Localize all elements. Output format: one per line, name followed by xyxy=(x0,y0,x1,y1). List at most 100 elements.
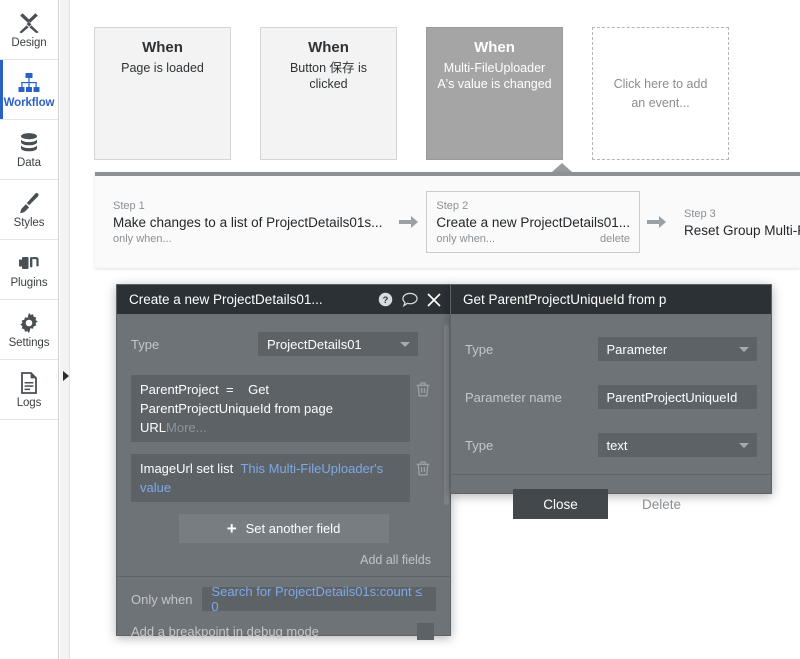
workflow-canvas: When Page is loaded When Button 保存 is cl… xyxy=(71,0,800,659)
sidebar-item-plugins[interactable]: Plugins xyxy=(0,240,58,300)
param-type-label: Type xyxy=(465,341,494,357)
step-2-create-new[interactable]: Step 2 Create a new ProjectDetails01... … xyxy=(426,191,640,253)
collapse-triangle-icon[interactable] xyxy=(61,368,71,384)
step-only-when: only when... xyxy=(436,233,496,245)
step-delete-link[interactable]: delete xyxy=(600,232,630,247)
dialog-body: Type ProjectDetails01 ParentProject = Ge… xyxy=(117,314,450,640)
create-action-dialog: Create a new ProjectDetails01... ? Type … xyxy=(116,284,451,640)
only-when-label: Only when xyxy=(131,591,193,607)
chevron-down-icon xyxy=(739,442,749,448)
param-value-type-dropdown[interactable]: text xyxy=(597,433,757,457)
type-row: Type ProjectDetails01 xyxy=(117,314,450,361)
sidebar-item-data[interactable]: Data xyxy=(0,120,58,180)
param-name-input[interactable]: ParentProjectUniqueId xyxy=(597,385,757,409)
gear-icon xyxy=(17,311,41,335)
arrow-right-icon xyxy=(647,214,667,230)
event-description: Multi-FileUploader A's value is changed xyxy=(437,61,552,91)
sidebar-item-label: Logs xyxy=(16,396,42,409)
sidebar-item-settings[interactable]: Settings xyxy=(0,300,58,360)
sidebar-item-logs[interactable]: Logs xyxy=(0,360,58,420)
type-dropdown[interactable]: ProjectDetails01 xyxy=(258,332,418,356)
chevron-down-icon xyxy=(400,341,410,347)
sidebar-item-label: Styles xyxy=(13,216,45,229)
param-name-row: Parameter name ParentProjectUniqueId xyxy=(451,366,771,414)
speech-bubble-icon[interactable] xyxy=(402,292,418,307)
add-event-label: Click here to add an event... xyxy=(613,76,708,110)
delete-button[interactable]: Delete xyxy=(614,489,709,519)
dialog-scrollbar[interactable] xyxy=(444,325,449,505)
dialog-header: Create a new ProjectDetails01... ? xyxy=(117,285,450,314)
type-label: Type xyxy=(131,336,160,352)
breakpoint-label: Add a breakpoint in debug mode xyxy=(131,624,319,639)
dialog-body: Type Parameter Parameter name ParentProj… xyxy=(451,314,771,535)
left-sidebar: Design Workflow Data Styles Plugins Sett… xyxy=(0,0,59,659)
step-number: Step 2 xyxy=(436,200,469,212)
trash-icon[interactable] xyxy=(410,454,436,476)
event-card-multifileuploader-changed[interactable]: When Multi-FileUploader A's value is cha… xyxy=(426,27,563,160)
plus-icon: + xyxy=(226,519,237,538)
sidebar-item-styles[interactable]: Styles xyxy=(0,180,58,240)
field-row-imageurl: ImageUrl set list This Multi-FileUploade… xyxy=(117,454,450,502)
param-type-dropdown[interactable]: Parameter xyxy=(597,337,757,361)
step-number: Step 3 xyxy=(684,207,716,220)
svg-text:?: ? xyxy=(383,295,389,305)
only-when-row: Only when Search for ProjectDetails01s:c… xyxy=(117,577,450,614)
get-parameter-dialog: Get ParentProjectUniqueId from p Type Pa… xyxy=(450,284,772,519)
param-name-label: Parameter name xyxy=(465,389,562,405)
param-type-value: Parameter xyxy=(606,341,668,357)
step-1-make-changes[interactable]: Step 1 Make changes to a list of Project… xyxy=(103,191,392,253)
event-when-label: When xyxy=(474,39,515,56)
dialog-footer: Close Delete xyxy=(451,474,771,535)
steps-pointer-triangle xyxy=(552,163,572,172)
field-name: ParentProject xyxy=(140,382,219,397)
sidebar-item-label: Design xyxy=(11,36,47,49)
step-3-reset-group[interactable]: Step 3 Reset Group Multi-File Uploader xyxy=(674,199,800,246)
sidebar-item-label: Workflow xyxy=(3,96,55,109)
field-expression[interactable]: ParentProject = Get ParentProjectUniqueI… xyxy=(131,375,410,442)
event-when-label: When xyxy=(142,39,183,56)
dialog-title: Create a new ProjectDetails01... xyxy=(129,292,323,307)
param-value-type-value: text xyxy=(606,437,628,453)
event-card-page-is-loaded[interactable]: When Page is loaded xyxy=(94,27,231,160)
set-another-field-button[interactable]: + Set another field xyxy=(178,514,389,543)
sidebar-item-label: Data xyxy=(17,156,41,169)
steps-strip: Step 1 Make changes to a list of Project… xyxy=(95,172,800,268)
plug-icon xyxy=(17,251,41,275)
field-more-link[interactable]: More... xyxy=(166,420,206,435)
paintbrush-icon xyxy=(17,191,41,215)
dialog-header: Get ParentProjectUniqueId from p xyxy=(451,285,771,314)
chevron-down-icon xyxy=(739,346,749,352)
step-title: Create a new ProjectDetails01... xyxy=(436,215,630,230)
add-event-placeholder[interactable]: Click here to add an event... xyxy=(592,27,729,160)
arrow-right-icon xyxy=(399,214,419,230)
type-dropdown-value: ProjectDetails01 xyxy=(267,336,362,352)
breakpoint-checkbox[interactable] xyxy=(417,623,434,640)
event-card-button-clicked[interactable]: When Button 保存 is clicked xyxy=(260,27,397,160)
field-expression[interactable]: ImageUrl set list This Multi-FileUploade… xyxy=(131,454,410,502)
document-lines-icon xyxy=(17,371,41,395)
event-cards-row: When Page is loaded When Button 保存 is cl… xyxy=(94,27,729,160)
param-type-row: Type Parameter xyxy=(451,314,771,366)
field-row-parentproject: ParentProject = Get ParentProjectUniqueI… xyxy=(117,375,450,442)
step-number: Step 1 xyxy=(113,200,145,212)
dialog-title: Get ParentProjectUniqueId from p xyxy=(463,292,667,307)
only-when-input[interactable]: Search for ProjectDetails01s:count ≤ 0 xyxy=(202,584,436,614)
help-circle-icon[interactable]: ? xyxy=(378,292,393,307)
design-tools-icon xyxy=(17,11,41,35)
param-value-type-label: Type xyxy=(465,437,494,453)
sidebar-item-label: Plugins xyxy=(10,276,48,289)
close-x-icon[interactable] xyxy=(427,292,441,307)
sidebar-item-design[interactable]: Design xyxy=(0,0,58,60)
sidebar-item-workflow[interactable]: Workflow xyxy=(0,60,58,120)
field-operator: = xyxy=(226,382,234,397)
event-description: Page is loaded xyxy=(121,61,204,75)
database-icon xyxy=(17,131,41,155)
step-title: Make changes to a list of ProjectDetails… xyxy=(113,215,383,230)
add-all-fields-link[interactable]: Add all fields xyxy=(117,543,450,576)
event-description: Button 保存 is clicked xyxy=(289,61,368,91)
trash-icon[interactable] xyxy=(410,375,436,397)
breakpoint-row: Add a breakpoint in debug mode xyxy=(117,611,450,640)
step-title: Reset Group Multi-File Uploader xyxy=(684,222,800,238)
workflow-nodes-icon xyxy=(17,71,41,95)
close-button[interactable]: Close xyxy=(513,489,608,519)
